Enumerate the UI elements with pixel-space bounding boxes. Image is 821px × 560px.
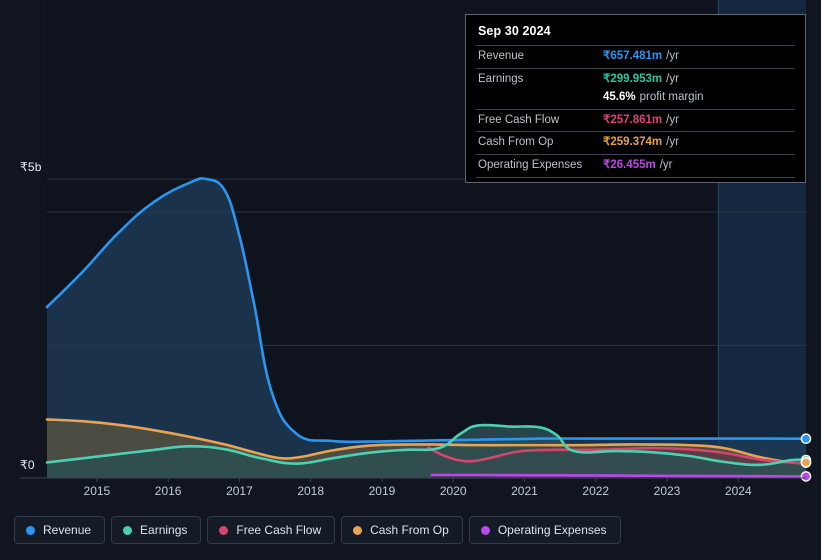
tooltip-bottom-rule (476, 177, 795, 179)
tooltip-row-label: Revenue (478, 50, 525, 62)
tooltip-row: Revenue ₹657.481m/yr (476, 45, 795, 68)
legend-color-dot (353, 525, 363, 535)
tooltip-row-unit: /yr (659, 158, 673, 171)
legend-color-dot (480, 525, 490, 535)
x-axis-label: 2016 (154, 484, 182, 498)
chart-screenshot: ₹5b ₹0 2015 2016 2017 2018 2019 2020 2021 2022 2… (0, 0, 821, 560)
chart-legend[interactable]: Revenue Earnings Free Cash Flow Cash From O… (14, 516, 621, 544)
legend-label: Earnings (140, 523, 188, 537)
tooltip-row-unit: /yr (666, 50, 679, 62)
tooltip-row: Free Cash Flow ₹257.861m/yr (476, 108, 795, 132)
legend-color-dot (26, 525, 35, 535)
tooltip-row-unit: /yr (666, 113, 679, 126)
endpoint-marker-operating-expenses (800, 471, 812, 482)
tooltip-row: Earnings ₹299.953m/yr (476, 67, 795, 91)
tooltip-row-value: ₹259.374m (603, 136, 663, 149)
tooltip-row-value: ₹657.481m (603, 50, 663, 62)
y-axis-max-label: ₹5b (16, 159, 48, 175)
legend-item-revenue[interactable]: Revenue (14, 516, 106, 544)
x-axis-label: 2018 (297, 484, 325, 498)
tooltip-date: Sep 30 2024 (478, 24, 551, 38)
legend-item-operating-expenses[interactable]: Operating Expenses (468, 516, 621, 544)
tooltip-row-unit: /yr (666, 136, 679, 149)
legend-label: Cash From Op (370, 523, 449, 537)
x-axis-labels: 2015 2016 2017 2018 2019 2020 2021 2022 2023 2024 (0, 484, 821, 504)
tooltip-rows: Revenue ₹657.481m/yr Earnings ₹299.953m/yr 4… (476, 45, 795, 176)
legend-label: Revenue (43, 523, 92, 537)
tooltip-row-label: Cash From Op (478, 136, 554, 149)
legend-label: Free Cash Flow (236, 523, 322, 537)
x-axis-label: 2017 (226, 484, 253, 498)
y-axis-zero-label: ₹0 (16, 457, 41, 473)
x-axis-label: 2019 (368, 484, 396, 498)
endpoint-marker-revenue (800, 433, 812, 445)
legend-item-cash-from-op[interactable]: Cash From Op (341, 516, 463, 544)
tooltip-row-value: ₹299.953m (603, 72, 663, 85)
legend-color-dot (123, 525, 133, 535)
legend-label: Operating Expenses (497, 523, 607, 537)
tooltip-row-label: Earnings (478, 72, 524, 85)
legend-item-earnings[interactable]: Earnings (111, 516, 202, 544)
tooltip-row: Operating Expenses ₹26.455m/yr (476, 153, 795, 177)
tooltip-row: Cash From Op ₹259.374m/yr (476, 131, 795, 154)
tooltip-row-value: ₹257.861m (603, 113, 663, 126)
tooltip-margin-value: 45.6% (603, 91, 636, 104)
x-axis-label: 2015 (83, 484, 111, 498)
tooltip-row-value: ₹26.455m (603, 158, 656, 171)
x-axis-label: 2024 (724, 484, 752, 498)
tooltip-row-unit: /yr (666, 72, 679, 85)
data-tooltip: Sep 30 2024 Revenue ₹657.481m/yr Earnings ₹… (465, 14, 806, 184)
x-axis-label: 2023 (653, 484, 681, 498)
x-axis-label: 2021 (511, 484, 538, 498)
tooltip-profit-margin-row: 45.6% profit margin (476, 90, 795, 109)
tooltip-row-label: Free Cash Flow (478, 113, 560, 126)
tooltip-row-label: Operating Expenses (478, 158, 583, 171)
legend-color-dot (219, 525, 229, 535)
x-axis-label: 2022 (582, 484, 610, 498)
endpoint-marker-cash-from-op (800, 457, 812, 468)
legend-item-free-cash-flow[interactable]: Free Cash Flow (207, 516, 336, 544)
tooltip-margin-text: profit margin (639, 91, 704, 104)
x-axis-label: 2020 (439, 484, 467, 498)
series-line-operating-expenses (430, 473, 808, 478)
